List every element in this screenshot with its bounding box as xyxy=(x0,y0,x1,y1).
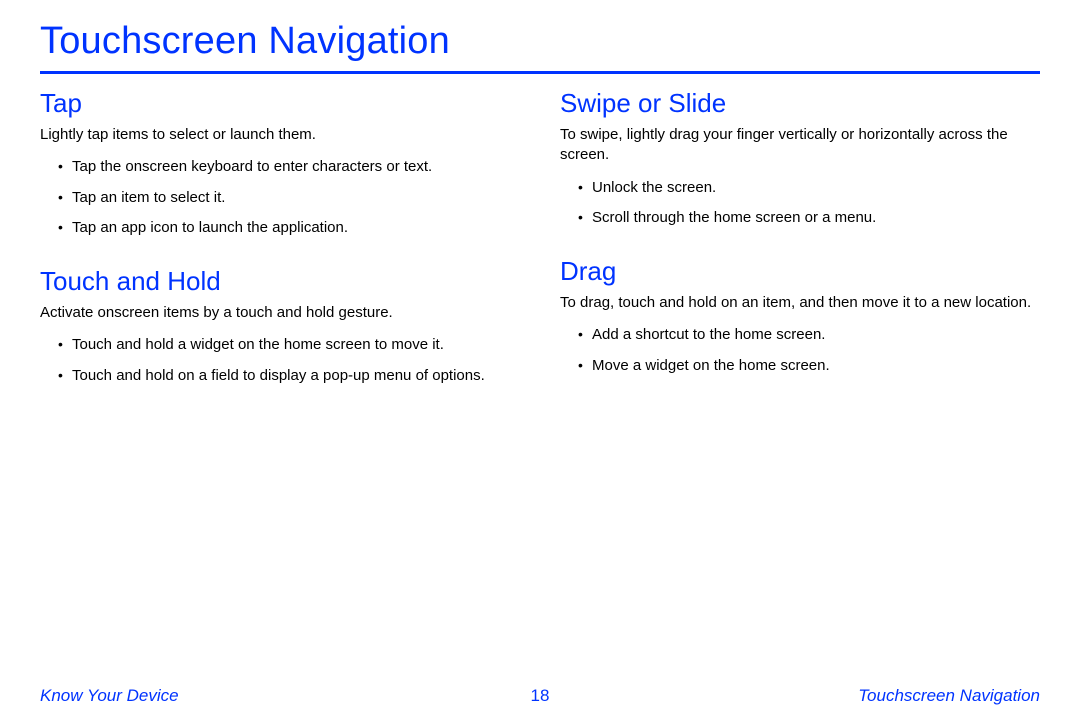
section-intro: Lightly tap items to select or launch th… xyxy=(40,125,520,145)
content-columns: Tap Lightly tap items to select or launc… xyxy=(40,88,1040,414)
bullet-list: Unlock the screen. Scroll through the ho… xyxy=(560,178,1040,229)
section-tap: Tap Lightly tap items to select or launc… xyxy=(40,88,520,238)
section-title: Swipe or Slide xyxy=(560,88,1040,119)
section-drag: Drag To drag, touch and hold on an item,… xyxy=(560,256,1040,376)
section-title: Touch and Hold xyxy=(40,266,520,297)
section-intro: To drag, touch and hold on an item, and … xyxy=(560,293,1040,313)
list-item: Unlock the screen. xyxy=(578,178,1040,198)
footer-page-number: 18 xyxy=(531,686,550,706)
list-item: Tap the onscreen keyboard to enter chara… xyxy=(58,157,520,177)
section-touch-and-hold: Touch and Hold Activate onscreen items b… xyxy=(40,266,520,386)
bullet-list: Tap the onscreen keyboard to enter chara… xyxy=(40,157,520,238)
list-item: Touch and hold on a field to display a p… xyxy=(58,366,520,386)
footer-left: Know Your Device xyxy=(40,686,179,706)
section-intro: Activate onscreen items by a touch and h… xyxy=(40,303,520,323)
list-item: Scroll through the home screen or a menu… xyxy=(578,208,1040,228)
section-title: Tap xyxy=(40,88,520,119)
section-intro: To swipe, lightly drag your finger verti… xyxy=(560,125,1040,166)
list-item: Move a widget on the home screen. xyxy=(578,356,1040,376)
footer-right: Touchscreen Navigation xyxy=(858,686,1040,706)
list-item: Touch and hold a widget on the home scre… xyxy=(58,335,520,355)
right-column: Swipe or Slide To swipe, lightly drag yo… xyxy=(560,88,1040,414)
bullet-list: Add a shortcut to the home screen. Move … xyxy=(560,325,1040,376)
section-swipe-or-slide: Swipe or Slide To swipe, lightly drag yo… xyxy=(560,88,1040,228)
page-title: Touchscreen Navigation xyxy=(40,20,1040,74)
left-column: Tap Lightly tap items to select or launc… xyxy=(40,88,520,414)
list-item: Tap an item to select it. xyxy=(58,188,520,208)
section-title: Drag xyxy=(560,256,1040,287)
list-item: Tap an app icon to launch the applicatio… xyxy=(58,218,520,238)
page-footer: Know Your Device 18 Touchscreen Navigati… xyxy=(0,686,1080,706)
list-item: Add a shortcut to the home screen. xyxy=(578,325,1040,345)
bullet-list: Touch and hold a widget on the home scre… xyxy=(40,335,520,386)
